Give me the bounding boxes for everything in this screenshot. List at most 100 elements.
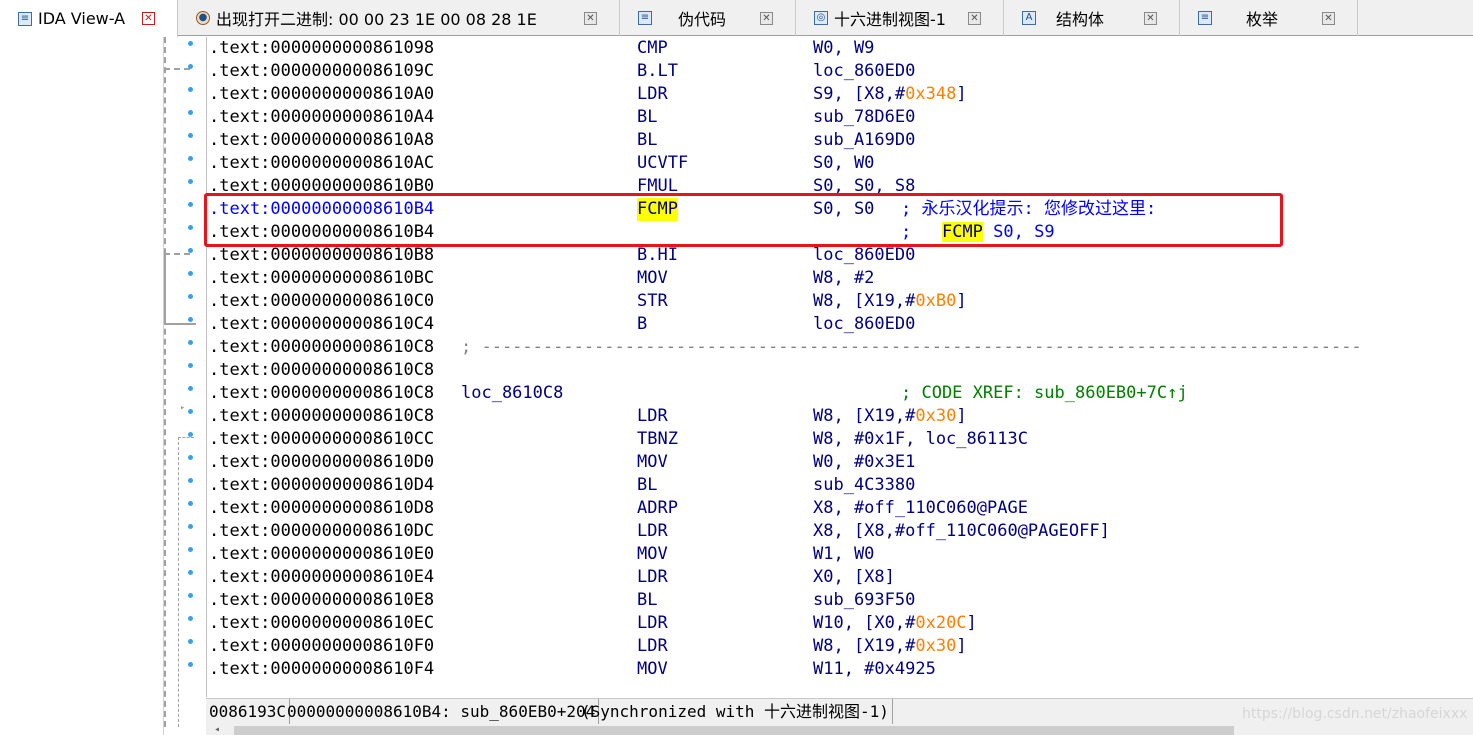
code-line[interactable]: .text:00000000008610C8 [209,359,1473,382]
code-line[interactable]: .text:00000000008610C4 B loc_860ED0 [209,313,1473,336]
mnemonic[interactable]: ADRP [637,497,678,520]
code-line[interactable]: .text:00000000008610A0 LDR S9, [X8,#0x34… [209,83,1473,106]
breakpoint-dot[interactable] [188,225,193,230]
tab-hex-view-1[interactable]: ◎ 十六进制视图-1 ✕ [796,0,1004,36]
breakpoint-dot[interactable] [188,179,193,184]
breakpoint-dot[interactable] [188,202,193,207]
breakpoint-dot[interactable] [188,478,193,483]
scroll-left-icon[interactable]: ◂ [214,724,220,735]
tab-enums[interactable]: ≡ 枚举 ✕ [1180,0,1358,36]
breakpoint-dot[interactable] [188,64,193,69]
mnemonic[interactable]: TBNZ [637,428,678,451]
mnemonic[interactable]: MOV [637,451,668,474]
operands[interactable]: X0, [X8] [813,566,895,589]
operands[interactable]: S9, [X8,#0x348] [813,83,967,106]
tab-ida-view-a[interactable]: ≡ IDA View-A ✕ [0,0,178,37]
breakpoint-dot[interactable] [188,110,193,115]
close-icon[interactable]: ✕ [760,12,773,25]
breakpoint-dot[interactable] [188,639,193,644]
operands[interactable]: W8, [X19,#0xB0] [813,290,967,313]
mnemonic[interactable]: B.HI [637,244,678,267]
close-icon[interactable]: ✕ [584,12,597,25]
code-line[interactable]: .text:00000000008610C8 loc_8610C8 ; CODE… [209,382,1473,405]
mnemonic[interactable]: MOV [637,267,668,290]
breakpoint-dot[interactable] [188,41,193,46]
operands[interactable]: X8, #off_110C060@PAGE [813,497,1028,520]
breakpoint-dot[interactable] [188,570,193,575]
code-line[interactable]: .text:00000000008610A8 BL sub_A169D0 [209,129,1473,152]
breakpoint-dot[interactable] [188,133,193,138]
breakpoint-dot[interactable] [188,248,193,253]
code-label[interactable]: loc_8610C8 [461,382,563,405]
mnemonic[interactable]: LDR [637,635,668,658]
horizontal-scrollbar[interactable]: ◂ [206,724,1473,735]
code-line[interactable]: .text:00000000008610D8 ADRP X8, #off_110… [209,497,1473,520]
breakpoint-dot[interactable] [188,616,193,621]
code-line[interactable]: .text:000000000086109C B.LT loc_860ED0 [209,60,1473,83]
breakpoint-dot[interactable] [188,271,193,276]
code-line[interactable]: .text:00000000008610F4 MOV W11, #0x4925 [209,658,1473,681]
code-line[interactable]: .text:0000000000861098 CMP W0, W9 [209,37,1473,60]
tab-structures[interactable]: A 结构体 ✕ [1004,0,1180,36]
code-line[interactable]: .text:00000000008610BC MOV W8, #2 [209,267,1473,290]
mnemonic[interactable]: STR [637,290,668,313]
mnemonic[interactable]: CMP [637,37,668,60]
breakpoint-dot[interactable] [188,87,193,92]
operands[interactable]: loc_860ED0 [813,313,915,336]
xref-comment[interactable]: ; CODE XREF: sub_860EB0+7C↑j [901,382,1188,405]
code-line[interactable]: .text:00000000008610E8 BL sub_693F50 [209,589,1473,612]
breakpoint-dot[interactable] [188,524,193,529]
operands[interactable]: W0, #0x3E1 [813,451,915,474]
mnemonic[interactable]: B [637,313,647,336]
breakpoint-dot[interactable] [188,294,193,299]
breakpoint-dot[interactable] [188,386,193,391]
close-icon[interactable]: ✕ [968,12,981,25]
operands[interactable]: sub_78D6E0 [813,106,915,129]
mnemonic[interactable]: BL [637,129,657,152]
operands[interactable]: sub_693F50 [813,589,915,612]
operands[interactable]: W10, [X0,#0x20C] [813,612,977,635]
mnemonic[interactable]: LDR [637,520,668,543]
code-line[interactable]: .text:00000000008610C0 STR W8, [X19,#0xB… [209,290,1473,313]
mnemonic[interactable]: LDR [637,566,668,589]
code-line[interactable]: .text:00000000008610DC LDR X8, [X8,#off_… [209,520,1473,543]
code-line[interactable]: .text:00000000008610C8 ; ---------------… [209,336,1473,359]
operands[interactable]: loc_860ED0 [813,244,915,267]
operands[interactable]: sub_4C3380 [813,474,915,497]
mnemonic[interactable]: MOV [637,658,668,681]
tab-pseudocode[interactable]: ≡ 伪代码 ✕ [620,0,796,36]
mnemonic[interactable]: BL [637,106,657,129]
mnemonic[interactable]: B.LT [637,60,678,83]
breakpoint-dot[interactable] [188,455,193,460]
operands[interactable]: W8, #2 [813,267,874,290]
close-icon[interactable]: ✕ [142,12,155,25]
mnemonic[interactable]: BL [637,474,657,497]
breakpoint-dot[interactable] [188,593,193,598]
breakpoint-dot[interactable] [188,409,193,414]
mnemonic[interactable]: LDR [637,405,668,428]
operands[interactable]: W11, #0x4925 [813,658,936,681]
code-line[interactable]: .text:00000000008610E4 LDR X0, [X8] [209,566,1473,589]
breakpoint-dot[interactable] [188,662,193,667]
mnemonic[interactable]: BL [637,589,657,612]
code-line[interactable]: .text:00000000008610F0 LDR W8, [X19,#0x3… [209,635,1473,658]
code-line[interactable]: .text:00000000008610D0 MOV W0, #0x3E1 [209,451,1473,474]
operands[interactable]: W1, W0 [813,543,874,566]
mnemonic[interactable]: LDR [637,83,668,106]
mnemonic[interactable]: LDR [637,612,668,635]
breakpoint-dot[interactable] [188,432,193,437]
operands[interactable]: W8, [X19,#0x30] [813,405,967,428]
code-line[interactable]: .text:00000000008610AC UCVTF S0, W0 [209,152,1473,175]
code-line[interactable]: .text:00000000008610D4 BL sub_4C3380 [209,474,1473,497]
breakpoint-dot[interactable] [188,363,193,368]
close-icon[interactable]: ✕ [1322,12,1335,25]
code-line[interactable]: .text:00000000008610C8 LDR W8, [X19,#0x3… [209,405,1473,428]
tab-binary-open[interactable]: ● 出现打开二进制: 00 00 23 1E 00 08 28 1E ✕ [178,0,620,36]
code-line[interactable]: .text:00000000008610CC TBNZ W8, #0x1F, l… [209,428,1473,451]
operands[interactable]: W8, #0x1F, loc_86113C [813,428,1028,451]
code-line[interactable]: .text:00000000008610B8 B.HI loc_860ED0 [209,244,1473,267]
mnemonic[interactable]: MOV [637,543,668,566]
close-icon[interactable]: ✕ [1144,12,1157,25]
operands[interactable]: W0, W9 [813,37,874,60]
operands[interactable]: S0, W0 [813,152,874,175]
